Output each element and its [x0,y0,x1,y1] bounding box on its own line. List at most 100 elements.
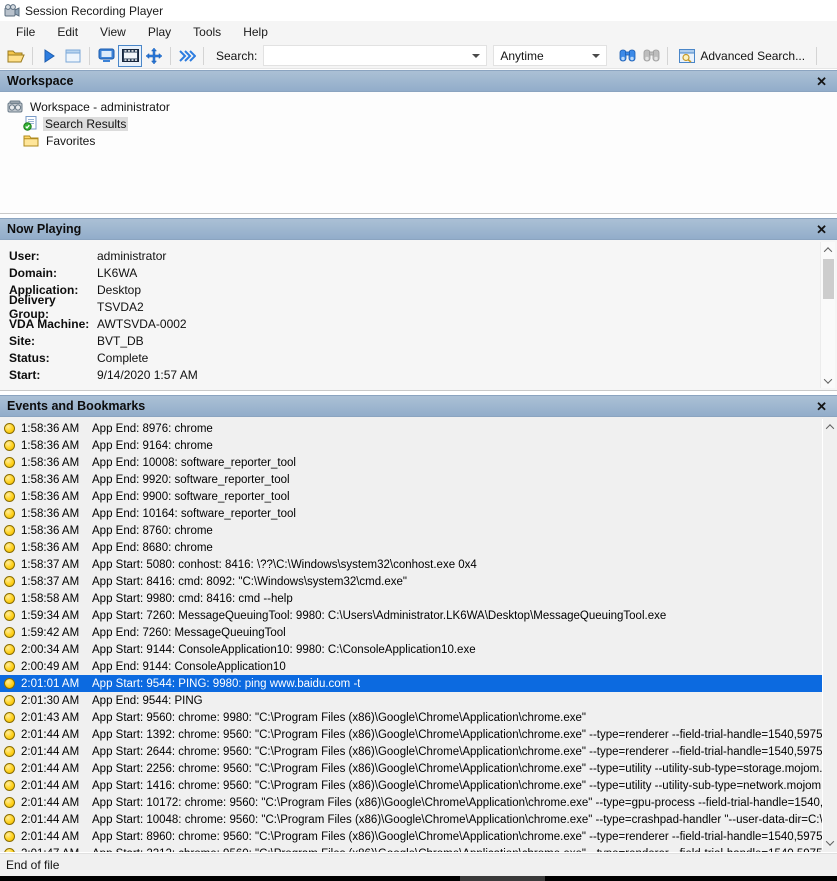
event-row[interactable]: 1:58:36 AM App End: 10164: software_repo… [0,505,822,522]
event-bookmark-icon [4,644,15,655]
event-time: 1:58:36 AM [21,457,85,469]
play-icon[interactable] [37,45,61,67]
menu-item[interactable]: File [5,22,46,42]
chevrons-right-icon[interactable] [175,45,199,67]
event-row[interactable]: 2:01:44 AM App Start: 2644: chrome: 9560… [0,743,822,760]
event-text: App End: 8680: chrome [92,542,213,554]
event-bookmark-icon [4,746,15,757]
menu-item[interactable]: View [89,22,137,42]
event-time: 1:59:34 AM [21,610,85,622]
event-bookmark-icon [4,508,15,519]
menu-item[interactable]: Help [232,22,279,42]
event-text: App End: 9544: PING [92,695,203,707]
event-row[interactable]: 1:58:36 AM App End: 8976: chrome [0,420,822,437]
event-row[interactable]: 1:58:36 AM App End: 10008: software_repo… [0,454,822,471]
event-text: App End: 10008: software_reporter_tool [92,457,296,469]
event-row[interactable]: 1:59:34 AM App Start: 7260: MessageQueui… [0,607,822,624]
scrollbar-thumb[interactable] [823,259,834,299]
event-row[interactable]: 2:01:47 AM App Start: 2212: chrome: 9560… [0,845,822,852]
advanced-search-button[interactable]: Advanced Search... [672,45,812,67]
field-value: TSVDA2 [97,300,144,314]
event-bookmark-icon [4,593,15,604]
toolbar-separator [170,47,171,65]
event-time: 2:00:34 AM [21,644,85,656]
event-time: 2:01:44 AM [21,797,85,809]
search-label: Search: [216,49,257,63]
event-text: App Start: 7260: MessageQueuingTool: 998… [92,610,666,622]
tree-item-favorites[interactable]: Favorites [0,132,837,149]
event-row[interactable]: 2:01:44 AM App Start: 2256: chrome: 9560… [0,760,822,777]
event-row[interactable]: 2:00:34 AM App Start: 9144: ConsoleAppli… [0,641,822,658]
event-bookmark-icon [4,576,15,587]
find-stop-icon [639,45,663,67]
event-row[interactable]: 1:58:37 AM App Start: 8416: cmd: 8092: "… [0,573,822,590]
scroll-up-icon[interactable] [821,242,836,257]
event-row[interactable]: 2:00:49 AM App End: 9144: ConsoleApplica… [0,658,822,675]
toolbar-separator [667,47,668,65]
event-row[interactable]: 1:58:37 AM App Start: 5080: conhost: 841… [0,556,822,573]
events-scrollbar[interactable] [822,419,837,850]
window-frame-icon[interactable] [61,45,85,67]
event-text: App Start: 8416: cmd: 8092: "C:\Windows\… [92,576,407,588]
event-bookmark-icon [4,491,15,502]
event-row[interactable]: 1:58:36 AM App End: 8680: chrome [0,539,822,556]
event-row[interactable]: 2:01:44 AM App Start: 10172: chrome: 956… [0,794,822,811]
scroll-down-icon[interactable] [823,835,837,850]
event-row[interactable]: 2:01:44 AM App Start: 1392: chrome: 9560… [0,726,822,743]
now-playing-scrollbar[interactable] [820,242,835,388]
event-time: 1:58:36 AM [21,491,85,503]
event-row[interactable]: 2:01:44 AM App Start: 10048: chrome: 956… [0,811,822,828]
event-row[interactable]: 1:58:36 AM App End: 9900: software_repor… [0,488,822,505]
now-playing-field: Application: Desktop [9,281,837,298]
event-text: App End: 8976: chrome [92,423,213,435]
event-time: 2:01:44 AM [21,729,85,741]
event-row[interactable]: 2:01:43 AM App Start: 9560: chrome: 9980… [0,709,822,726]
event-row[interactable]: 1:58:58 AM App Start: 9980: cmd: 8416: c… [0,590,822,607]
pan-icon[interactable] [142,45,166,67]
event-row[interactable]: 2:01:44 AM App Start: 1416: chrome: 9560… [0,777,822,794]
event-row[interactable]: 1:59:42 AM App End: 7260: MessageQueuing… [0,624,822,641]
event-time: 2:01:44 AM [21,831,85,843]
open-icon[interactable] [4,45,28,67]
event-bookmark-icon [4,780,15,791]
scroll-up-icon[interactable] [823,419,837,434]
close-icon[interactable]: ✕ [813,222,830,237]
monitor-film-icon[interactable] [94,45,118,67]
field-value: LK6WA [97,266,137,280]
menu-item[interactable]: Edit [46,22,89,42]
time-filter-dropdown[interactable]: Anytime [493,45,607,66]
workspace-tree: Workspace - administrator Search Results [0,92,837,214]
menu-item[interactable]: Tools [182,22,232,42]
session-recording-player-window: { "window": { "title": "Session Recordin… [0,0,837,881]
events-panel: Events and Bookmarks ✕ 1:58:36 AM App En… [0,395,837,853]
scroll-down-icon[interactable] [821,373,836,388]
field-value: administrator [97,249,166,263]
toolbar-separator [203,47,204,65]
menu-item[interactable]: Play [137,22,182,42]
event-bookmark-icon [4,559,15,570]
tree-item-search-results[interactable]: Search Results [0,115,837,132]
close-icon[interactable]: ✕ [813,74,830,89]
event-bookmark-icon [4,610,15,621]
search-input[interactable] [263,45,487,66]
event-bookmark-icon [4,457,15,468]
event-time: 2:01:43 AM [21,712,85,724]
event-row[interactable]: 1:58:36 AM App End: 9920: software_repor… [0,471,822,488]
event-row[interactable]: 2:01:30 AM App End: 9544: PING [0,692,822,709]
event-row[interactable]: 2:01:44 AM App Start: 8960: chrome: 9560… [0,828,822,845]
workspace-panel: Workspace ✕ Workspace - administrator [0,70,837,215]
field-value: Desktop [97,283,141,297]
find-icon[interactable] [615,45,639,67]
close-icon[interactable]: ✕ [813,399,830,414]
event-row[interactable]: 2:01:01 AM App Start: 9544: PING: 9980: … [0,675,822,692]
event-time: 1:58:36 AM [21,423,85,435]
event-row[interactable]: 1:58:36 AM App End: 9164: chrome [0,437,822,454]
chevron-down-icon [592,54,600,58]
event-row[interactable]: 1:58:36 AM App End: 8760: chrome [0,522,822,539]
event-time: 1:58:36 AM [21,542,85,554]
tree-item-workspace-root[interactable]: Workspace - administrator [0,98,837,115]
filmstrip-icon[interactable] [118,45,142,67]
field-value: BVT_DB [97,334,144,348]
event-text: App Start: 9144: ConsoleApplication10: 9… [92,644,476,656]
status-text: End of file [6,858,59,872]
